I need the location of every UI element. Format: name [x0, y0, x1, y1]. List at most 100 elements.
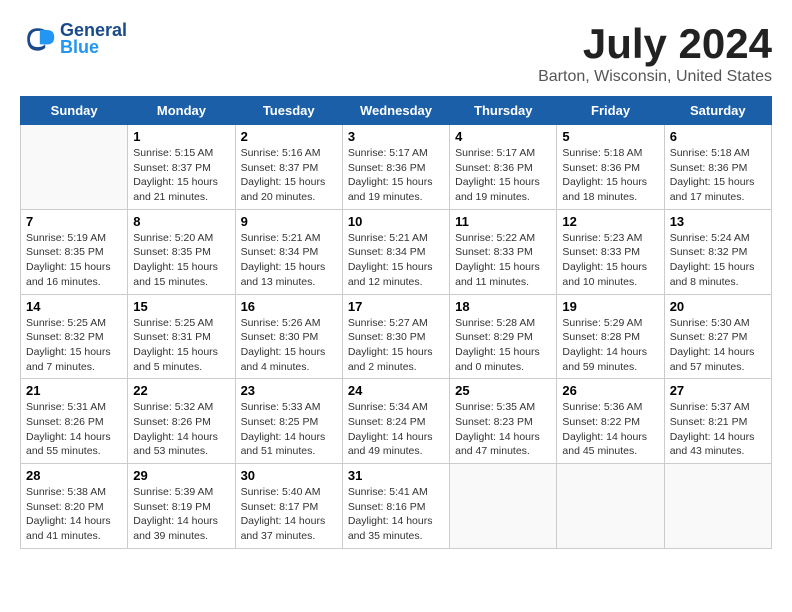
day-info: Sunrise: 5:24 AM Sunset: 8:32 PM Dayligh…: [670, 231, 766, 290]
day-number: 5: [562, 129, 658, 144]
day-number: 17: [348, 299, 444, 314]
day-info: Sunrise: 5:20 AM Sunset: 8:35 PM Dayligh…: [133, 231, 229, 290]
day-info: Sunrise: 5:27 AM Sunset: 8:30 PM Dayligh…: [348, 316, 444, 375]
calendar-cell: 26 Sunrise: 5:36 AM Sunset: 8:22 PM Dayli…: [557, 379, 664, 464]
day-number: 28: [26, 468, 122, 483]
calendar-cell: 5 Sunrise: 5:18 AM Sunset: 8:36 PM Daylig…: [557, 125, 664, 210]
day-number: 27: [670, 383, 766, 398]
day-number: 26: [562, 383, 658, 398]
day-number: 22: [133, 383, 229, 398]
day-number: 7: [26, 214, 122, 229]
day-number: 9: [241, 214, 337, 229]
calendar-cell: 30Sunrise: 5:40 AM Sunset: 8:17 PM Dayli…: [235, 464, 342, 549]
day-number: 25: [455, 383, 551, 398]
day-info: Sunrise: 5:29 AM Sunset: 8:28 PM Dayligh…: [562, 316, 658, 375]
day-info: Sunrise: 5:30 AM Sunset: 8:27 PM Dayligh…: [670, 316, 766, 375]
day-info: Sunrise: 5:37 AM Sunset: 8:21 PM Dayligh…: [670, 400, 766, 459]
calendar-cell: 18 Sunrise: 5:28 AM Sunset: 8:29 PM Dayli…: [450, 294, 557, 379]
day-number: 12: [562, 214, 658, 229]
day-number: 31: [348, 468, 444, 483]
day-info: Sunrise: 5:34 AM Sunset: 8:24 PM Dayligh…: [348, 400, 444, 459]
page-header: General Blue July 2024 Barton, Wisconsin…: [20, 20, 772, 86]
calendar-cell: 28 Sunrise: 5:38 AM Sunset: 8:20 PM Dayli…: [21, 464, 128, 549]
weekday-header-tuesday: Tuesday: [235, 97, 342, 125]
calendar-cell: 16Sunrise: 5:26 AM Sunset: 8:30 PM Dayli…: [235, 294, 342, 379]
day-info: Sunrise: 5:22 AM Sunset: 8:33 PM Dayligh…: [455, 231, 551, 290]
day-info: Sunrise: 5:15 AM Sunset: 8:37 PM Dayligh…: [133, 146, 229, 205]
calendar-cell: [664, 464, 771, 549]
calendar-cell: 14 Sunrise: 5:25 AM Sunset: 8:32 PM Dayli…: [21, 294, 128, 379]
day-number: 19: [562, 299, 658, 314]
logo-icon: [20, 21, 56, 57]
calendar-cell: 7Sunrise: 5:19 AM Sunset: 8:35 PM Daylig…: [21, 209, 128, 294]
weekday-header-saturday: Saturday: [664, 97, 771, 125]
day-info: Sunrise: 5:28 AM Sunset: 8:29 PM Dayligh…: [455, 316, 551, 375]
day-info: Sunrise: 5:35 AM Sunset: 8:23 PM Dayligh…: [455, 400, 551, 459]
calendar-cell: 3 Sunrise: 5:17 AM Sunset: 8:36 PM Daylig…: [342, 125, 449, 210]
calendar-cell: [21, 125, 128, 210]
day-number: 15: [133, 299, 229, 314]
day-info: Sunrise: 5:38 AM Sunset: 8:20 PM Dayligh…: [26, 485, 122, 544]
calendar-cell: 12 Sunrise: 5:23 AM Sunset: 8:33 PM Dayli…: [557, 209, 664, 294]
weekday-header-friday: Friday: [557, 97, 664, 125]
day-info: Sunrise: 5:21 AM Sunset: 8:34 PM Dayligh…: [348, 231, 444, 290]
day-number: 29: [133, 468, 229, 483]
calendar-cell: 31 Sunrise: 5:41 AM Sunset: 8:16 PM Dayli…: [342, 464, 449, 549]
calendar-cell: 10 Sunrise: 5:21 AM Sunset: 8:34 PM Dayli…: [342, 209, 449, 294]
calendar-cell: 23 Sunrise: 5:33 AM Sunset: 8:25 PM Dayli…: [235, 379, 342, 464]
day-number: 4: [455, 129, 551, 144]
day-number: 23: [241, 383, 337, 398]
calendar-cell: 21 Sunrise: 5:31 AM Sunset: 8:26 PM Dayli…: [21, 379, 128, 464]
calendar-cell: [557, 464, 664, 549]
calendar-cell: 13Sunrise: 5:24 AM Sunset: 8:32 PM Dayli…: [664, 209, 771, 294]
day-info: Sunrise: 5:21 AM Sunset: 8:34 PM Dayligh…: [241, 231, 337, 290]
weekday-header-wednesday: Wednesday: [342, 97, 449, 125]
calendar-cell: 6 Sunrise: 5:18 AM Sunset: 8:36 PM Daylig…: [664, 125, 771, 210]
day-info: Sunrise: 5:18 AM Sunset: 8:36 PM Dayligh…: [670, 146, 766, 205]
day-number: 20: [670, 299, 766, 314]
day-number: 6: [670, 129, 766, 144]
day-info: Sunrise: 5:39 AM Sunset: 8:19 PM Dayligh…: [133, 485, 229, 544]
day-info: Sunrise: 5:18 AM Sunset: 8:36 PM Dayligh…: [562, 146, 658, 205]
day-info: Sunrise: 5:31 AM Sunset: 8:26 PM Dayligh…: [26, 400, 122, 459]
month-title: July 2024: [538, 20, 772, 68]
day-number: 21: [26, 383, 122, 398]
calendar-week-row: 28 Sunrise: 5:38 AM Sunset: 8:20 PM Dayli…: [21, 464, 772, 549]
location: Barton, Wisconsin, United States: [538, 68, 772, 86]
day-info: Sunrise: 5:23 AM Sunset: 8:33 PM Dayligh…: [562, 231, 658, 290]
day-info: Sunrise: 5:25 AM Sunset: 8:31 PM Dayligh…: [133, 316, 229, 375]
day-number: 11: [455, 214, 551, 229]
day-info: Sunrise: 5:25 AM Sunset: 8:32 PM Dayligh…: [26, 316, 122, 375]
calendar-cell: [450, 464, 557, 549]
day-number: 8: [133, 214, 229, 229]
calendar-cell: 11 Sunrise: 5:22 AM Sunset: 8:33 PM Dayli…: [450, 209, 557, 294]
calendar-week-row: 7Sunrise: 5:19 AM Sunset: 8:35 PM Daylig…: [21, 209, 772, 294]
day-number: 18: [455, 299, 551, 314]
calendar-cell: 9 Sunrise: 5:21 AM Sunset: 8:34 PM Daylig…: [235, 209, 342, 294]
logo: General Blue: [20, 20, 127, 58]
day-info: Sunrise: 5:17 AM Sunset: 8:36 PM Dayligh…: [455, 146, 551, 205]
day-info: Sunrise: 5:33 AM Sunset: 8:25 PM Dayligh…: [241, 400, 337, 459]
weekday-header-monday: Monday: [128, 97, 235, 125]
calendar-cell: 8 Sunrise: 5:20 AM Sunset: 8:35 PM Daylig…: [128, 209, 235, 294]
day-number: 24: [348, 383, 444, 398]
calendar-cell: 15 Sunrise: 5:25 AM Sunset: 8:31 PM Dayli…: [128, 294, 235, 379]
calendar-cell: 25 Sunrise: 5:35 AM Sunset: 8:23 PM Dayli…: [450, 379, 557, 464]
logo-text2: Blue: [60, 37, 99, 58]
weekday-header-sunday: Sunday: [21, 97, 128, 125]
calendar-cell: 20 Sunrise: 5:30 AM Sunset: 8:27 PM Dayli…: [664, 294, 771, 379]
calendar-week-row: 14 Sunrise: 5:25 AM Sunset: 8:32 PM Dayli…: [21, 294, 772, 379]
day-number: 1: [133, 129, 229, 144]
day-number: 3: [348, 129, 444, 144]
calendar-cell: 4 Sunrise: 5:17 AM Sunset: 8:36 PM Daylig…: [450, 125, 557, 210]
day-number: 14: [26, 299, 122, 314]
day-info: Sunrise: 5:32 AM Sunset: 8:26 PM Dayligh…: [133, 400, 229, 459]
day-info: Sunrise: 5:36 AM Sunset: 8:22 PM Dayligh…: [562, 400, 658, 459]
day-number: 10: [348, 214, 444, 229]
calendar-cell: 27 Sunrise: 5:37 AM Sunset: 8:21 PM Dayli…: [664, 379, 771, 464]
day-number: 16: [241, 299, 337, 314]
calendar-week-row: 21 Sunrise: 5:31 AM Sunset: 8:26 PM Dayli…: [21, 379, 772, 464]
day-info: Sunrise: 5:41 AM Sunset: 8:16 PM Dayligh…: [348, 485, 444, 544]
calendar-cell: 24 Sunrise: 5:34 AM Sunset: 8:24 PM Dayli…: [342, 379, 449, 464]
day-info: Sunrise: 5:17 AM Sunset: 8:36 PM Dayligh…: [348, 146, 444, 205]
